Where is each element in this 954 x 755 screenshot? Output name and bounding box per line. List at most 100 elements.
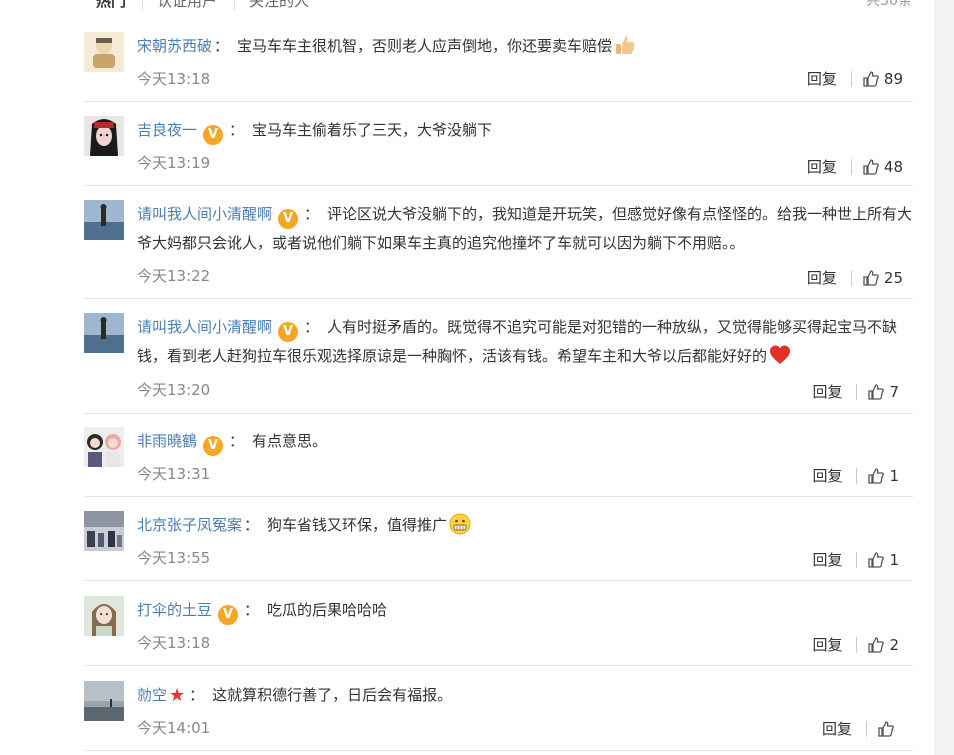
page-background-gutter (934, 0, 954, 755)
like-button[interactable]: 48 (862, 158, 903, 176)
comment-author[interactable]: 非雨曉鶴 (137, 432, 197, 450)
comment-text: 狗车省钱又环保，值得推广 (267, 516, 448, 534)
colon-separator: ： (304, 318, 320, 336)
thumbs-up-icon (863, 269, 879, 286)
star-badge-icon: ★ (169, 685, 186, 706)
colon-separator: ： (189, 686, 205, 704)
like-button[interactable]: 89 (862, 70, 903, 88)
action-divider (866, 720, 867, 737)
like-button[interactable] (877, 720, 899, 738)
avatar[interactable] (84, 313, 124, 353)
action-divider (856, 636, 858, 653)
action-divider (850, 158, 852, 175)
like-button[interactable]: 1 (867, 467, 899, 485)
comment-time: 今天13:22 (137, 267, 211, 285)
comment-item: 请叫我人间小清醒啊 V：评论区说大爷没躺下的，我知道是开玩笑，但感觉好像有点怪怪的… (84, 200, 913, 299)
verified-badge-icon: V (278, 209, 299, 229)
heart-emoji-icon (769, 344, 791, 366)
tab-divider (142, 0, 143, 10)
comment-item: 吉良夜一 V ： 宝马车主偷着乐了三天，大爷没躺下 今天13:19 回复 48 (84, 116, 913, 186)
colon-separator: ： (229, 432, 245, 450)
comment-time: 今天13:31 (137, 465, 211, 483)
divider (84, 580, 913, 581)
avatar[interactable] (84, 596, 124, 636)
thumbs-up-icon (863, 70, 879, 87)
comment-actions: 回复 1 (812, 465, 899, 486)
comment-item: 宋朝苏西破：宝马车车主很机智，否则老人应声倒地，你还要卖车赔偿 今天13:18 … (84, 32, 913, 102)
thumbs-up-icon (878, 720, 894, 737)
avatar[interactable] (84, 200, 124, 240)
divider (84, 298, 913, 299)
comment-actions: 回复 1 (812, 549, 899, 570)
reply-button[interactable]: 回复 (812, 381, 842, 402)
comment-author[interactable]: 吉良夜一 (137, 121, 197, 139)
comment-text: 有点意思。 (252, 432, 328, 450)
comment-text: 宝马车主偷着乐了三天，大爷没躺下 (252, 121, 493, 139)
like-button[interactable]: 2 (867, 636, 899, 654)
avatar[interactable] (84, 116, 124, 156)
comment-item: 勍空 ★： 这就算积德行善了，日后会有福报。 今天14:01 回复 (84, 681, 913, 751)
tab-divider (234, 0, 235, 10)
reply-button[interactable]: 回复 (807, 267, 837, 288)
comment-author[interactable]: 勍空 (137, 686, 167, 704)
reply-button[interactable]: 回复 (812, 549, 842, 570)
divider (84, 665, 913, 666)
avatar[interactable] (84, 681, 124, 721)
tab-following[interactable]: 关注的人 (249, 0, 309, 11)
comment-author[interactable]: 北京张子凤冤案 (137, 516, 242, 534)
reply-button[interactable]: 回复 (822, 718, 852, 739)
action-divider (856, 551, 858, 568)
reply-button[interactable]: 回复 (807, 156, 837, 177)
comment-actions: 回复 89 (807, 68, 903, 89)
comment-actions: 回复 25 (807, 267, 903, 288)
divider (84, 413, 913, 414)
comment-item: 请叫我人间小清醒啊 V：人有时挺矛盾的。既觉得不追究可能是对犯错的一种放纵，又觉得… (84, 313, 913, 414)
comment-filter-bar: 热门 认证用户 关注的人 共30条 (0, 0, 934, 16)
colon-separator: ： (229, 121, 245, 139)
reply-button[interactable]: 回复 (812, 634, 842, 655)
divider (84, 496, 913, 497)
thumbs-up-icon (868, 383, 885, 400)
verified-badge-icon: V (278, 322, 299, 342)
avatar[interactable] (84, 511, 124, 551)
tab-verified-users[interactable]: 认证用户 (157, 0, 217, 11)
comment-author[interactable]: 宋朝苏西破 (137, 37, 212, 55)
avatar[interactable] (84, 427, 124, 467)
comment-total-count: 共30条 (866, 0, 912, 9)
avatar[interactable] (84, 32, 124, 72)
like-button[interactable]: 7 (867, 383, 899, 401)
thumbs-up-icon (863, 158, 879, 175)
comment-item: 打伞的土豆 V ： 吃瓜的后果哈哈哈 今天13:18 回复 2 (84, 596, 913, 666)
colon-separator: ： (244, 601, 260, 619)
colon-separator: ： (304, 205, 320, 223)
action-divider (856, 383, 858, 400)
comment-time: 今天13:20 (137, 381, 211, 399)
verified-badge-icon: V (203, 436, 224, 456)
action-divider (850, 70, 852, 87)
comment-time: 今天14:01 (137, 719, 211, 737)
comment-time: 今天13:18 (137, 634, 211, 652)
comment-author[interactable]: 打伞的土豆 (137, 601, 212, 619)
like-count: 1 (889, 466, 899, 485)
comment-time: 今天13:19 (137, 154, 211, 172)
verified-badge-icon: V (218, 605, 239, 625)
comment-item: 非雨曉鶴 V ： 有点意思。 今天13:31 回复 1 (84, 427, 913, 497)
like-button[interactable]: 25 (862, 269, 903, 287)
like-button[interactable]: 1 (867, 551, 899, 569)
like-count: 48 (883, 157, 903, 176)
like-count: 2 (889, 635, 899, 654)
comment-text: 吃瓜的后果哈哈哈 (267, 601, 388, 619)
tab-hot[interactable]: 热门 (96, 0, 126, 11)
comment-author[interactable]: 请叫我人间小清醒啊 (137, 318, 272, 336)
divider (84, 101, 913, 102)
colon-separator: ： (244, 516, 260, 534)
comment-text: 宝马车车主很机智，否则老人应声倒地，你还要卖车赔偿 (237, 37, 613, 55)
reply-button[interactable]: 回复 (807, 68, 837, 89)
comment-actions: 回复 (822, 718, 899, 739)
action-divider (856, 467, 858, 484)
like-count: 1 (889, 550, 899, 569)
comment-actions: 回复 7 (812, 381, 899, 402)
action-divider (850, 269, 852, 286)
comment-author[interactable]: 请叫我人间小清醒啊 (137, 205, 272, 223)
reply-button[interactable]: 回复 (812, 465, 842, 486)
